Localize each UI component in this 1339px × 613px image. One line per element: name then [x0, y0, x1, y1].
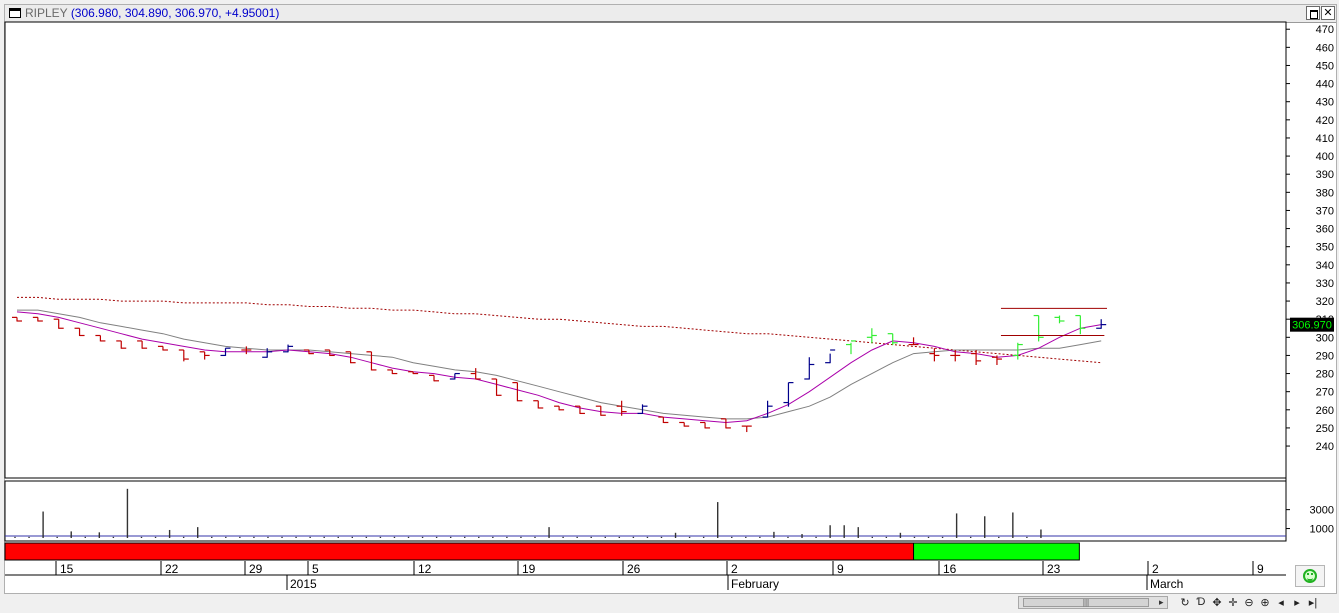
window-title: RIPLEY (306.980, 304.890, 306.970, +4.95… [25, 6, 279, 21]
zoom-in-icon[interactable]: ⊕ [1260, 596, 1270, 609]
title-bar[interactable]: RIPLEY (306.980, 304.890, 306.970, +4.95… [5, 5, 1336, 23]
restore-button[interactable] [1306, 6, 1320, 20]
scroll-right-end-icon[interactable]: ▸ [1292, 596, 1302, 609]
refresh-icon[interactable]: ↻ [1180, 596, 1190, 609]
ohlc-readout: (306.980, 304.890, 306.970, +4.95001) [70, 6, 280, 20]
chart-toolbar: ↻ Ɗ ✥ ✛ ⊖ ⊕ ◂ ▸ ▸| [1180, 594, 1318, 610]
status-smiley-button[interactable] [1295, 565, 1325, 587]
symbol-label: RIPLEY [25, 6, 68, 20]
scroll-left-icon[interactable]: ◂ [1276, 596, 1286, 609]
zoom-out-icon[interactable]: ⊖ [1244, 596, 1254, 609]
scroll-end-icon[interactable]: ▸| [1308, 596, 1318, 609]
draw-icon[interactable]: Ɗ [1196, 596, 1206, 608]
horizontal-scrollbar[interactable]: ||| ▸ [1018, 596, 1168, 609]
crosshair-icon[interactable]: ✥ [1212, 596, 1222, 609]
window-icon [9, 8, 21, 18]
chart-window: RIPLEY (306.980, 304.890, 306.970, +4.95… [4, 4, 1337, 594]
scrollbar-thumb[interactable]: ||| [1023, 598, 1149, 607]
pan-icon[interactable]: ✛ [1228, 596, 1238, 609]
smiley-icon [1303, 569, 1317, 583]
scroll-right-icon[interactable]: ▸ [1159, 597, 1164, 608]
close-button[interactable]: ✕ [1321, 6, 1335, 20]
